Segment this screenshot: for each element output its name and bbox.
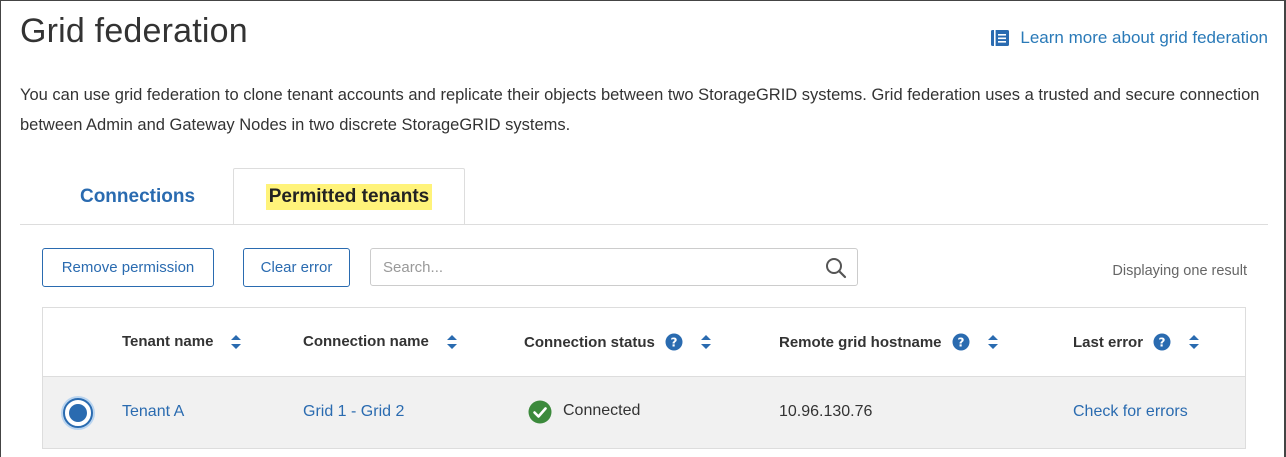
- help-icon[interactable]: ?: [1153, 333, 1171, 351]
- learn-more-label[interactable]: Learn more about grid federation: [1020, 28, 1268, 48]
- column-header-connection-status[interactable]: Connection status ?: [524, 333, 711, 351]
- sort-icon[interactable]: [446, 334, 457, 349]
- connection-status: Connected: [563, 402, 641, 419]
- column-header-last-error[interactable]: Last error ?: [1073, 333, 1200, 351]
- sort-icon[interactable]: [987, 335, 998, 349]
- svg-text:?: ?: [670, 336, 677, 350]
- column-header-remote-grid-hostname[interactable]: Remote grid hostname ?: [779, 333, 998, 351]
- connection-name-link[interactable]: Grid 1 - Grid 2: [303, 403, 404, 421]
- result-count: Displaying one result: [1112, 263, 1247, 279]
- column-label: Connection name: [303, 333, 429, 350]
- help-icon[interactable]: ?: [665, 333, 683, 351]
- tab-connections[interactable]: Connections: [55, 168, 220, 225]
- row-select-radio[interactable]: [63, 398, 93, 428]
- remove-permission-button[interactable]: Remove permission: [42, 248, 214, 287]
- table-row[interactable]: Tenant A Grid 1 - Grid 2 Connected 10.96…: [43, 377, 1245, 448]
- sort-icon[interactable]: [700, 335, 711, 349]
- table-header: Tenant name Connection name Connection s…: [43, 308, 1245, 377]
- column-label: Remote grid hostname: [779, 333, 942, 351]
- learn-more-link[interactable]: Learn more about grid federation: [990, 28, 1268, 48]
- page-title: Grid federation: [20, 12, 248, 50]
- tab-permitted-tenants-label[interactable]: Permitted tenants: [265, 183, 433, 210]
- sort-icon[interactable]: [1189, 335, 1200, 349]
- check-for-errors-link[interactable]: Check for errors: [1073, 403, 1188, 421]
- column-header-connection-name[interactable]: Connection name: [303, 333, 457, 350]
- search-input[interactable]: [371, 249, 801, 285]
- tabs-divider: [20, 224, 1268, 225]
- column-label: Last error: [1073, 333, 1144, 351]
- column-header-tenant-name[interactable]: Tenant name: [122, 333, 242, 350]
- tenant-name-link[interactable]: Tenant A: [122, 403, 184, 421]
- svg-text:?: ?: [1159, 336, 1166, 350]
- check-circle-icon: [528, 400, 552, 424]
- search-box: [370, 248, 858, 286]
- sort-icon[interactable]: [231, 334, 242, 349]
- permitted-tenants-table: Tenant name Connection name Connection s…: [42, 307, 1246, 449]
- page-description: You can use grid federation to clone ten…: [20, 86, 1260, 134]
- tab-permitted-tenants[interactable]: Permitted tenants: [233, 168, 465, 225]
- tab-connections-label[interactable]: Connections: [80, 186, 195, 208]
- book-icon: [991, 30, 1010, 46]
- column-label: Connection status: [524, 333, 655, 351]
- svg-text:?: ?: [957, 336, 964, 350]
- column-label: Tenant name: [122, 333, 214, 350]
- clear-error-button[interactable]: Clear error: [243, 248, 350, 287]
- remote-grid-hostname: 10.96.130.76: [779, 403, 873, 420]
- search-icon[interactable]: [825, 257, 847, 279]
- help-icon[interactable]: ?: [952, 333, 970, 351]
- radio-selected-dot: [69, 404, 87, 422]
